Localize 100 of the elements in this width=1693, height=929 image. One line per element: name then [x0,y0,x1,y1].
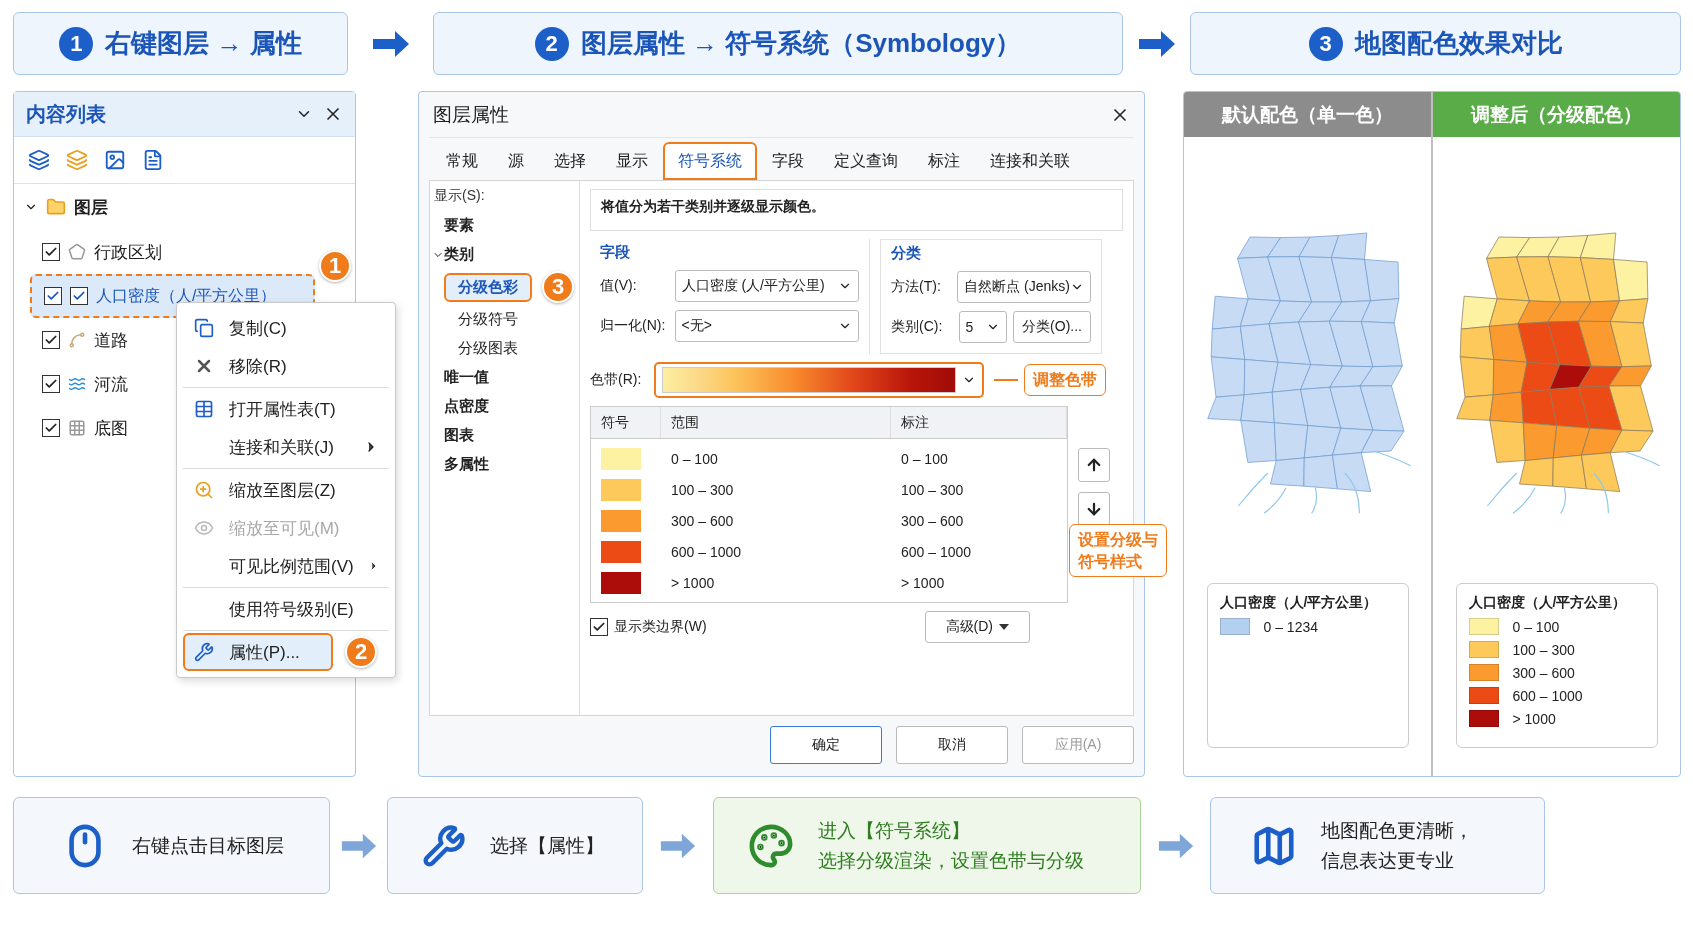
layers-icon[interactable] [28,149,50,171]
checkbox[interactable] [42,243,60,261]
tab[interactable]: 定义查询 [819,142,913,180]
legend-label: 100 – 300 [1512,641,1575,658]
normalize-dropdown[interactable]: <无> [674,310,859,342]
table-cell-text: 0 – 100 [900,450,949,467]
category-item[interactable]: 唯一值 [430,363,579,392]
menu-item[interactable]: 缩放至图层(Z) [183,471,389,509]
column-title: 默认配色（单一色） [1184,92,1431,137]
tab[interactable]: 选择 [539,142,601,180]
tab[interactable]: 连接和关联 [975,142,1085,180]
move-down-button[interactable] [1078,492,1110,526]
table-cell-text: 100 – 300 [670,481,735,498]
check-icon [592,620,606,634]
tab[interactable]: 常规 [431,142,493,180]
menu-item[interactable]: 可见比例范围(V) [183,547,389,585]
check-icon [46,289,60,303]
tab[interactable]: 标注 [913,142,975,180]
color-ramp-dropdown[interactable] [654,362,984,398]
layer-label[interactable]: 底图 [94,416,128,440]
flow-text: 选择【属性】 [490,833,604,858]
group-title: 字段 [600,243,631,262]
field-label: 色带(R): [590,371,643,389]
flow-text: 信息表达更专业 [1321,848,1455,873]
checkbox[interactable] [44,287,62,305]
tab[interactable]: 符号系统 [663,142,757,180]
field-label: 方法(T): [891,278,942,296]
menu-item[interactable]: 移除(R) [183,347,389,385]
table-icon [194,399,214,419]
callout: 设置分级与 符号样式 [1069,524,1167,578]
table-cell-text: > 1000 [900,574,946,591]
table-cell-text: 100 – 300 [900,481,965,498]
tab[interactable]: 源 [493,142,539,180]
panel-title: 内容列表 [26,101,107,127]
checkbox[interactable] [42,375,60,393]
value-dropdown[interactable]: 人口密度 (人/平方公里) [674,270,859,302]
arrow-icon [1136,28,1177,59]
color-swatch[interactable] [601,478,641,501]
table-cell-text: 600 – 1000 [900,543,973,560]
category-item[interactable]: 图表 [430,421,579,450]
category-item[interactable]: 类别 [430,240,579,269]
column-header: 符号 [591,407,661,438]
eye-icon [194,518,214,538]
menu-item[interactable]: 使用符号级别(E) [183,590,389,628]
field-label: 值(V): [600,277,638,295]
advanced-button[interactable]: 高级(D) [924,611,1030,643]
color-swatch[interactable] [601,447,641,470]
menu-item[interactable]: 打开属性表(T) [183,390,389,428]
color-swatch[interactable] [601,571,641,594]
flow-text: 右键点击目标图层 [132,833,284,858]
step-title: 地图配色效果对比 [1354,27,1563,60]
dialog-button[interactable]: 取消 [896,726,1008,764]
flow-text: 选择分级渲染，设置色带与分级 [818,848,1084,873]
grid-icon [68,419,86,437]
legend-label: > 1000 [1512,710,1556,727]
tab[interactable]: 显示 [601,142,663,180]
legend-title: 人口密度（人/平方公里） [1468,594,1628,612]
field-label: 归一化(N): [600,317,667,335]
line-icon [68,331,86,349]
category-item[interactable]: 要素 [430,211,579,240]
category-item[interactable]: 点密度 [430,392,579,421]
table-cell-text: > 1000 [670,574,716,591]
step-title: 右键图层 → 属性 [105,27,302,60]
move-up-button[interactable] [1078,448,1110,482]
column-header: 标注 [891,407,1067,438]
count-dropdown[interactable]: 5 [958,311,1008,343]
checkbox[interactable] [590,618,608,636]
step-badge: 3 [542,271,574,303]
wave-icon [68,375,86,393]
step-title: 图层属性 → 符号系统（Symbology） [580,27,1022,60]
classify-button[interactable]: 分类(O)... [1013,311,1091,343]
check-icon [44,377,58,391]
layer-label[interactable]: 河流 [94,372,128,396]
color-swatch[interactable] [601,509,641,532]
folder-icon [46,197,66,217]
copy-icon [194,318,214,338]
legend-label: 300 – 600 [1512,664,1575,681]
dialog-button[interactable]: 确定 [770,726,882,764]
checkbox[interactable] [42,331,60,349]
checkbox[interactable] [42,419,60,437]
zoom-icon [194,480,214,500]
category-item[interactable]: 多属性 [430,450,579,479]
menu-item[interactable]: 连接和关联(J) [183,428,389,466]
tab[interactable]: 字段 [757,142,819,180]
table-cell-text: 600 – 1000 [670,543,743,560]
method-dropdown[interactable]: 自然断点 (Jenks) [957,271,1091,303]
category-item[interactable]: 分级色彩 [444,272,532,302]
category-item[interactable]: 分级图表 [430,334,579,363]
check-icon [44,333,58,347]
group-title: 分类 [891,244,922,263]
category-item[interactable]: 分级符号 [430,305,579,334]
wrench-icon [194,642,214,662]
layer-label[interactable]: 道路 [94,328,128,352]
arrow-down-icon [1085,500,1103,518]
document-icon[interactable] [142,149,164,171]
step-number: 2 [534,26,569,61]
table-cell-text: 300 – 600 [670,512,735,529]
image-icon[interactable] [104,149,126,171]
tree-label[interactable]: 图层 [74,195,108,219]
color-swatch[interactable] [601,540,641,563]
